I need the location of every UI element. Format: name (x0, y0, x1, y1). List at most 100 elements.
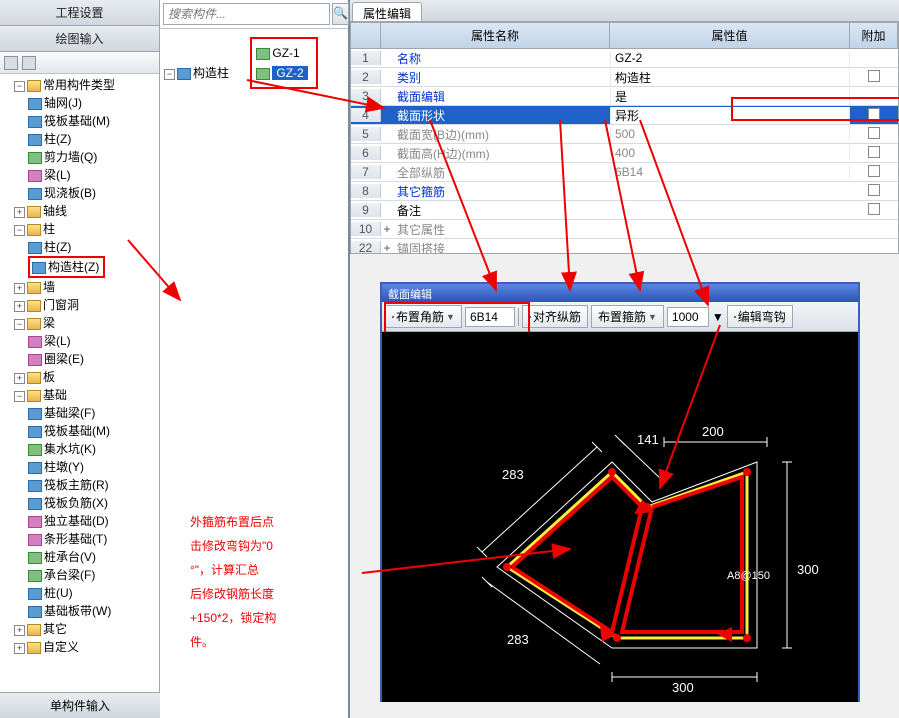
property-row[interactable]: 7全部纵筋6B14 (351, 163, 898, 182)
ring-icon (28, 354, 42, 366)
tree-item[interactable]: 其它 (43, 622, 67, 636)
stirrup-button[interactable]: 布置箍筋▼ (591, 305, 664, 328)
property-row[interactable]: 9备注 (351, 201, 898, 220)
item-icon (28, 480, 42, 492)
item-icon (28, 462, 42, 474)
tree-item[interactable]: 墙 (43, 280, 55, 294)
dropdown-icon[interactable]: ▼ (648, 312, 657, 322)
tool-icon[interactable] (22, 56, 36, 70)
column-icon (28, 242, 42, 254)
tree-item[interactable]: 筏板负筋(X) (44, 496, 108, 510)
expand-icon[interactable]: + (14, 301, 25, 312)
tree-item[interactable]: 门窗洞 (43, 298, 79, 312)
section-canvas[interactable]: 283 141 200 300 300 283 A8@150 (382, 332, 858, 702)
col-header-value: 属性值 (610, 23, 850, 48)
tree-item[interactable]: 集水坑(K) (44, 442, 96, 456)
expand-icon[interactable]: + (14, 643, 25, 654)
tree-item[interactable]: 轴线 (43, 204, 67, 218)
collapse-icon[interactable]: − (14, 319, 25, 330)
dropdown-icon[interactable]: ▼ (712, 310, 724, 324)
tree-item[interactable]: 剪力墙(Q) (44, 150, 97, 164)
folder-icon (27, 224, 41, 236)
tree-item[interactable]: 柱(Z) (44, 240, 71, 254)
collapse-icon[interactable]: − (164, 69, 175, 80)
column-icon (32, 262, 46, 274)
stirrup-tag: A8@150 (727, 570, 770, 582)
tree-item[interactable]: 承台梁(F) (44, 568, 95, 582)
tree-item[interactable]: 自定义 (43, 640, 79, 654)
property-row[interactable]: 22+锚固搭接 (351, 239, 898, 254)
property-row[interactable]: 10+其它属性 (351, 220, 898, 239)
tree-item[interactable]: 基础梁(F) (44, 406, 95, 420)
expand-icon[interactable]: + (14, 283, 25, 294)
item-icon (28, 534, 42, 546)
property-header: 属性名称 属性值 附加 (350, 22, 899, 49)
panel-header-project[interactable]: 工程设置 (0, 0, 159, 26)
tool-icon[interactable] (4, 56, 18, 70)
checkbox[interactable] (868, 127, 880, 139)
beam-icon (28, 336, 42, 348)
expand-icon[interactable]: + (14, 625, 25, 636)
expand-icon[interactable]: + (14, 207, 25, 218)
col-header-name: 属性名称 (381, 23, 610, 48)
tree-item[interactable]: 梁(L) (44, 334, 71, 348)
tree-item[interactable]: 独立基础(D) (44, 514, 109, 528)
item-icon (28, 588, 42, 600)
tree-item[interactable]: 梁 (43, 316, 55, 330)
property-grid[interactable]: 1名称GZ-22类别构造柱3截面编辑是4截面形状异形5截面宽(B边)(mm)50… (350, 49, 899, 254)
tree-item[interactable]: 板 (43, 370, 55, 384)
tree-item-selected[interactable]: GZ-2 (272, 66, 307, 80)
checkbox[interactable] (868, 203, 880, 215)
expand-icon[interactable]: + (14, 373, 25, 384)
tab-properties[interactable]: 属性编辑 (352, 2, 422, 21)
tree-item[interactable]: 圈梁(E) (44, 352, 84, 366)
panel-header-draw[interactable]: 绘图输入 (0, 26, 159, 52)
tree-item[interactable]: GZ-1 (272, 46, 299, 60)
component-tree[interactable]: − 常用构件类型 轴网(J) 筏板基础(M) 柱(Z) 剪力墙(Q) 梁(L) 现… (0, 74, 159, 702)
tree-item[interactable]: 桩承台(V) (44, 550, 96, 564)
property-row[interactable]: 5截面宽(B边)(mm)500 (351, 125, 898, 144)
tree-item[interactable]: 基础板带(W) (44, 604, 111, 618)
collapse-icon[interactable]: − (14, 81, 25, 92)
checkbox[interactable] (868, 70, 880, 82)
column-icon (177, 68, 191, 80)
folder-icon (27, 390, 41, 402)
property-row[interactable]: 3截面编辑是 (351, 87, 898, 106)
tree-item-selected[interactable]: 构造柱(Z) (48, 260, 99, 274)
edit-hook-button[interactable]: 编辑弯钩 (727, 305, 793, 328)
dim-label: 200 (702, 424, 724, 439)
tree-root[interactable]: 常用构件类型 (43, 78, 115, 92)
column-icon (28, 134, 42, 146)
search-button[interactable]: 🔍 (332, 3, 349, 25)
collapse-icon[interactable]: − (14, 225, 25, 236)
property-row[interactable]: 2类别构造柱 (351, 68, 898, 87)
tree-item[interactable]: 筏板主筋(R) (44, 478, 109, 492)
checkbox[interactable] (868, 165, 880, 177)
property-row[interactable]: 6截面高(H边)(mm)400 (351, 144, 898, 163)
tree-item[interactable]: 现浇板(B) (44, 186, 96, 200)
tree-item[interactable]: 柱(Z) (44, 132, 71, 146)
property-row[interactable]: 1名称GZ-2 (351, 49, 898, 68)
tree-root[interactable]: 构造柱 (193, 66, 229, 80)
tree-item[interactable]: 筏板基础(M) (44, 424, 110, 438)
align-rebar-button[interactable]: 对齐纵筋 (522, 305, 588, 328)
tree-item[interactable]: 柱墩(Y) (44, 460, 84, 474)
search-input[interactable] (163, 3, 330, 25)
tree-item[interactable]: 条形基础(T) (44, 532, 107, 546)
tree-item[interactable]: 筏板基础(M) (44, 114, 110, 128)
footer-bar[interactable]: 单构件输入 (0, 692, 160, 718)
collapse-icon[interactable]: − (14, 391, 25, 402)
checkbox[interactable] (868, 146, 880, 158)
item-icon (28, 606, 42, 618)
tree-item[interactable]: 桩(U) (44, 586, 73, 600)
property-row[interactable]: 4截面形状异形 (351, 106, 898, 125)
tree-item[interactable]: 梁(L) (44, 168, 71, 182)
tree-item[interactable]: 柱 (43, 222, 55, 236)
property-row[interactable]: 8其它箍筋 (351, 182, 898, 201)
tree-item[interactable]: 轴网(J) (44, 96, 82, 110)
tree-item[interactable]: 基础 (43, 388, 67, 402)
folder-icon (27, 80, 41, 92)
checkbox[interactable] (868, 108, 880, 120)
stirrup-input[interactable] (667, 307, 709, 327)
checkbox[interactable] (868, 184, 880, 196)
